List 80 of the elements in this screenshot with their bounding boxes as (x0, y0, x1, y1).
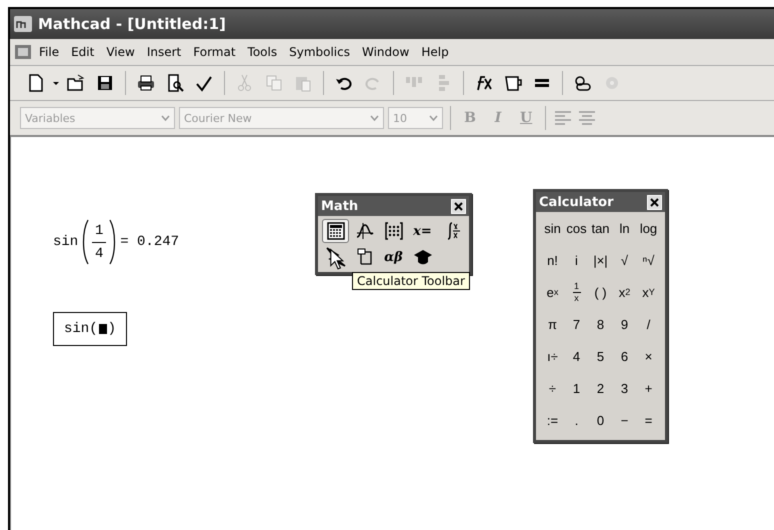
calculator-key[interactable]: x$^{Y}$ (638, 280, 659, 304)
matrix-icon (384, 221, 404, 241)
calculator-key[interactable]: 5 (590, 344, 611, 368)
tooltip: Calculator Toolbar (352, 272, 470, 290)
close-parenthesis: ) (108, 321, 116, 337)
numerator: 1 (95, 222, 104, 238)
calculator-key[interactable]: √ (614, 248, 635, 272)
palette-button[interactable]: x= (409, 219, 436, 243)
calculator-key[interactable]: ⁿ√ (638, 248, 659, 272)
calculator-key[interactable]: tan (590, 216, 611, 240)
palette-button[interactable] (322, 219, 349, 243)
menu-item[interactable]: Tools (242, 43, 282, 61)
flowchart-icon (354, 247, 374, 267)
calculator-key[interactable]: cos (566, 216, 587, 240)
calculator-key[interactable]: := (542, 408, 563, 432)
function-icon (474, 73, 494, 93)
graph-icon (354, 221, 374, 241)
calculator-key[interactable]: e$^{x}$ (542, 280, 563, 304)
app-icon (14, 16, 32, 32)
open-folder-icon (66, 73, 86, 93)
calculator-key[interactable]: . (566, 408, 587, 432)
calculator-key[interactable]: ÷ (542, 376, 563, 400)
calculator-key[interactable]: 8 (590, 312, 611, 336)
window-title: Mathcad - [Untitled:1] (38, 15, 226, 33)
calculator-key[interactable]: sin (542, 216, 563, 240)
menu-item[interactable]: Edit (66, 43, 100, 61)
calculator-key[interactable]: 0 (590, 408, 611, 432)
menu-item[interactable]: Symbolics (284, 43, 355, 61)
mouse-pointer-icon (330, 248, 346, 272)
close-icon (454, 202, 463, 210)
caret-icon[interactable] (53, 82, 59, 84)
calculator-key[interactable]: 4 (566, 344, 587, 368)
calculator-key[interactable]: n! (542, 248, 563, 272)
menu-item[interactable]: Insert (142, 43, 186, 61)
function-name: sin (64, 321, 90, 337)
calculator-key[interactable]: 3 (614, 376, 635, 400)
expression-editor[interactable]: sin( ) (53, 312, 128, 346)
calculator-key[interactable]: i (566, 248, 587, 272)
calculator-key[interactable]: x$^{2}$ (614, 280, 635, 304)
printer-icon (136, 73, 156, 93)
calculator-key[interactable]: − (614, 408, 635, 432)
calculator-key[interactable]: 1 (566, 376, 587, 400)
calculator-key[interactable]: ln (614, 216, 635, 240)
menu-item[interactable]: Format (188, 43, 241, 61)
palette-title: Math (321, 198, 358, 214)
open-parenthesis: ( (89, 321, 98, 337)
denominator: 4 (95, 246, 104, 262)
calculator-key[interactable]: |×| (590, 248, 611, 272)
menu-item[interactable]: Window (357, 43, 414, 61)
left-parenthesis-icon (81, 219, 90, 265)
menu-item[interactable]: File (34, 43, 64, 61)
menu-item[interactable]: View (101, 43, 140, 61)
result: = 0.247 (120, 234, 180, 250)
document-icon[interactable] (14, 44, 32, 60)
save-icon (95, 73, 115, 93)
calculator-key[interactable]: log (638, 216, 659, 240)
calculator-key[interactable]: = (638, 408, 659, 432)
calculator-key[interactable]: × (638, 344, 659, 368)
calculator-key[interactable]: ( ) (590, 280, 611, 304)
close-button[interactable] (647, 194, 662, 210)
graduation-cap-icon (412, 247, 432, 267)
calculator-key[interactable]: 1 x (566, 280, 587, 304)
calculator-key[interactable]: ı÷ (542, 344, 563, 368)
close-button[interactable] (451, 198, 466, 214)
placeholder-cursor (98, 324, 107, 334)
close-icon (650, 198, 659, 206)
calculator-key[interactable]: 6 (614, 344, 635, 368)
right-parenthesis-icon (109, 219, 118, 265)
function-name: sin (53, 234, 78, 250)
calculator-key[interactable]: / (638, 312, 659, 336)
calculator-key[interactable]: 7 (566, 312, 587, 336)
calculator-key[interactable]: + (638, 376, 659, 400)
palette-title: Calculator (539, 194, 614, 210)
calculator-key[interactable]: 2 (590, 376, 611, 400)
copy-icon (264, 73, 284, 93)
calculator-key[interactable]: π (542, 312, 563, 336)
menu-item[interactable]: Help (416, 43, 454, 61)
calculator-key[interactable]: 9 (614, 312, 635, 336)
calculator-icon (326, 221, 346, 241)
palette-button[interactable]: αβ (380, 245, 407, 269)
